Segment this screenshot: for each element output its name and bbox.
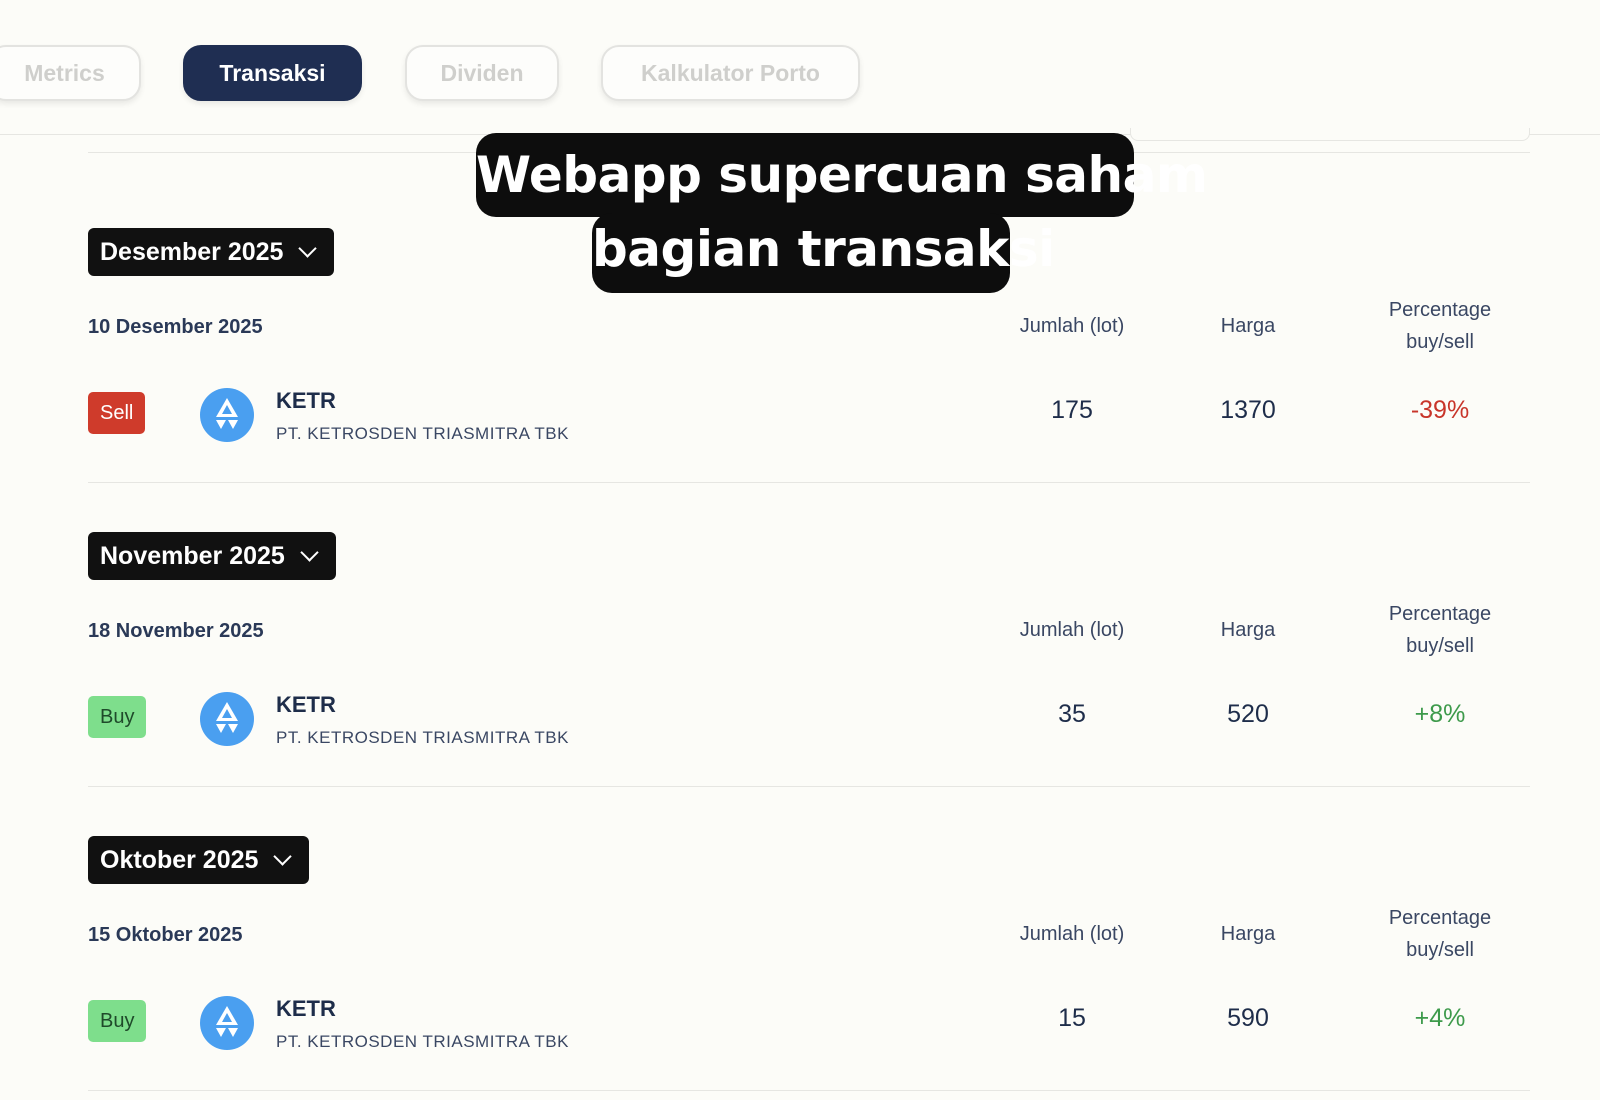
month-label: Oktober 2025 (100, 845, 259, 874)
company-logo-icon (200, 996, 254, 1050)
search-field-edge[interactable] (1130, 128, 1530, 141)
tab-bar: Metrics Transaksi Dividen Kalkulator Por… (0, 0, 1600, 135)
column-header-harga: Harga (1220, 315, 1276, 337)
percentage-value: +4% (1414, 1004, 1466, 1032)
column-header-percentage-line1: Percentage (1388, 907, 1492, 929)
column-header-percentage-line2: buy/sell (1406, 939, 1474, 961)
divider (88, 482, 1530, 483)
harga-value: 590 (1227, 1004, 1269, 1032)
month-label: Desember 2025 (100, 237, 284, 266)
column-header-percentage: Percentage buy/sell (1350, 294, 1530, 358)
column-header-jumlah: Jumlah (lot) (1019, 619, 1125, 641)
caption-line-1: Webapp supercuan saham (476, 133, 1208, 217)
stock-ticker: KETR (276, 996, 336, 1021)
jumlah-value: 35 (1058, 700, 1086, 728)
company-name: PT. KETROSDEN TRIASMITRA TBK (276, 424, 569, 443)
column-header-percentage-line2: buy/sell (1406, 635, 1474, 657)
jumlah-value: 175 (1051, 396, 1093, 424)
column-header-percentage: Percentage buy/sell (1350, 902, 1530, 966)
transaction-type-badge: Buy (88, 1000, 147, 1042)
tab-dividen[interactable]: Dividen (405, 45, 559, 101)
column-header-percentage-line1: Percentage (1388, 603, 1492, 625)
chevron-down-icon (273, 847, 293, 866)
harga-value: 1370 (1220, 396, 1276, 424)
company-name: PT. KETROSDEN TRIASMITRA TBK (276, 728, 569, 747)
chevron-down-icon (300, 543, 319, 562)
tab-kalkulator-porto[interactable]: Kalkulator Porto (601, 45, 860, 101)
tab-metrics[interactable]: Metrics (0, 45, 141, 101)
divider (88, 786, 1530, 787)
chevron-down-icon (298, 239, 318, 258)
month-section-november: November 2025 18 November 2025 Jumlah (l… (88, 532, 1530, 788)
caption-line-2: bagian transaksi (592, 213, 1055, 293)
transaction-date: 18 November 2025 (88, 620, 264, 642)
column-header-harga: Harga (1220, 923, 1276, 945)
percentage-value: +8% (1414, 700, 1466, 728)
stock-ticker: KETR (276, 388, 336, 413)
month-dropdown[interactable]: November 2025 (88, 532, 336, 580)
tab-transaksi[interactable]: Transaksi (183, 45, 362, 101)
month-section-oktober: Oktober 2025 15 Oktober 2025 Jumlah (lot… (88, 836, 1530, 1092)
divider (88, 1090, 1530, 1091)
transaction-date: 15 Oktober 2025 (88, 924, 243, 946)
transaction-type-badge: Sell (88, 392, 146, 434)
company-logo-icon (200, 388, 254, 442)
column-header-jumlah: Jumlah (lot) (1019, 923, 1125, 945)
company-name: PT. KETROSDEN TRIASMITRA TBK (276, 1032, 569, 1051)
column-header-percentage-line2: buy/sell (1406, 331, 1474, 353)
percentage-value: -39% (1410, 396, 1470, 424)
month-dropdown[interactable]: Desember 2025 (88, 228, 335, 276)
month-label: November 2025 (100, 541, 285, 570)
harga-value: 520 (1227, 700, 1269, 728)
transaction-date: 10 Desember 2025 (88, 316, 263, 338)
transaction-type-badge: Buy (88, 696, 147, 738)
company-logo-icon (200, 692, 254, 746)
stock-ticker: KETR (276, 692, 336, 717)
column-header-percentage: Percentage buy/sell (1350, 598, 1530, 662)
column-header-harga: Harga (1220, 619, 1276, 641)
month-dropdown[interactable]: Oktober 2025 (88, 836, 310, 884)
column-header-percentage-line1: Percentage (1388, 299, 1492, 321)
jumlah-value: 15 (1058, 1004, 1086, 1032)
column-header-jumlah: Jumlah (lot) (1019, 315, 1125, 337)
